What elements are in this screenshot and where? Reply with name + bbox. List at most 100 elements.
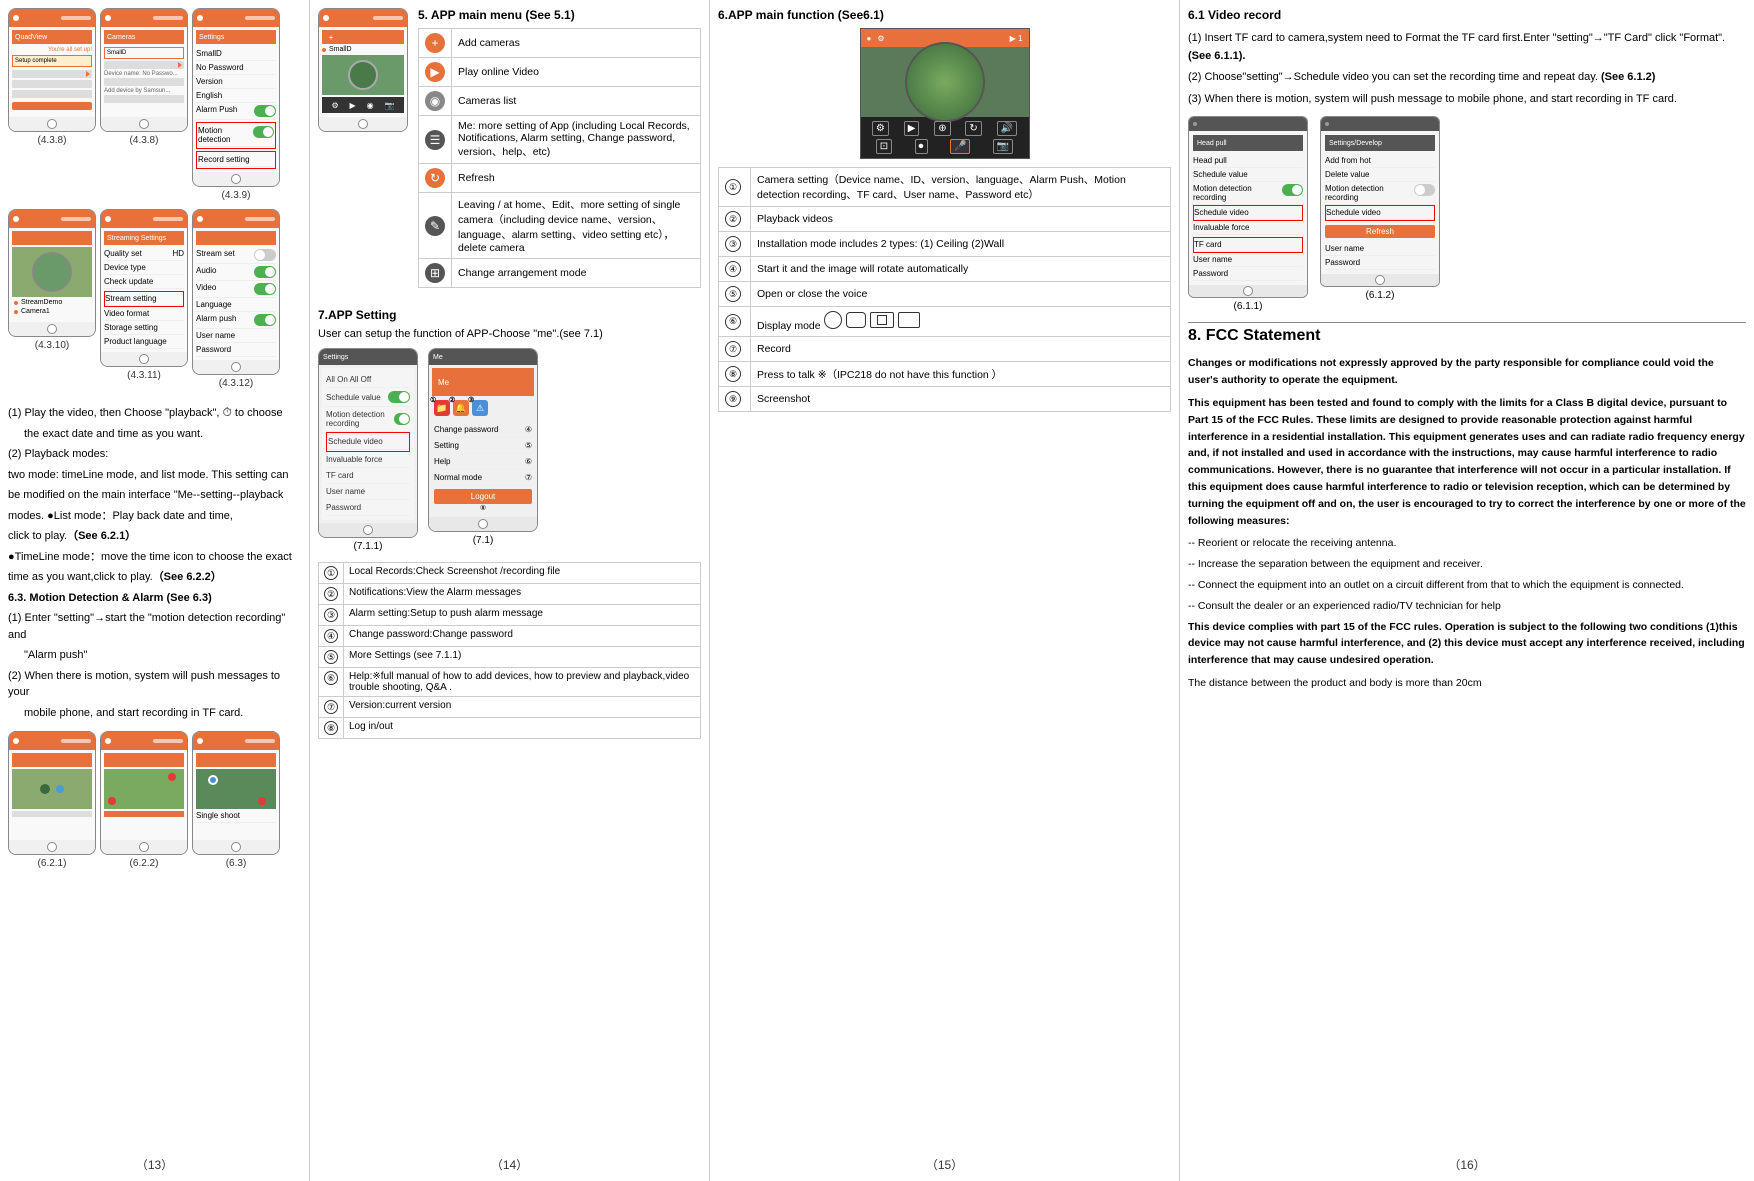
ph-622-hdr [101, 732, 187, 750]
t711-3: Alarm setting:Setup to push alarm messag… [344, 605, 701, 626]
home-btn-4312[interactable] [231, 362, 241, 372]
cam-info-1: Device name: No Passwo... [104, 71, 184, 77]
ft-2: Playback videos [751, 207, 1171, 232]
ph-621-home[interactable] [47, 842, 57, 852]
tog3-4312[interactable] [254, 283, 276, 295]
s611-8: Password [1193, 267, 1303, 281]
phone-612-wrapper: Settings/Develop Add from hot Delete val… [1320, 116, 1440, 312]
n711-7: ⑦ [319, 697, 344, 718]
tog611-1[interactable] [1282, 184, 1303, 196]
icon-voice[interactable]: 🔊 [997, 121, 1017, 136]
phone-4311-label: (4.3.11) [100, 370, 188, 381]
home-btn-c[interactable] [231, 174, 241, 184]
page-num-15: （15） [926, 1156, 963, 1173]
screen-subtitle: You're all set up! [12, 47, 92, 53]
phone-612: Settings/Develop Add from hot Delete val… [1320, 116, 1440, 287]
ctrl-3: ◉ [367, 101, 374, 110]
icon-display[interactable]: ⊡ [876, 139, 892, 154]
me-normal-label: Normal mode [434, 473, 482, 482]
sl612-5: User name [1325, 244, 1364, 253]
home-71[interactable] [478, 519, 488, 529]
home-btn-4310[interactable] [47, 324, 57, 334]
ph-622-bar [153, 739, 183, 743]
home-612[interactable] [1375, 275, 1385, 285]
s-alarm-label: Alarm Push [196, 105, 237, 117]
bar-4312 [196, 231, 276, 245]
tog2-4312[interactable] [254, 266, 276, 278]
phone-438b-body: Cameras SmallD Device name: No Passwo...… [101, 27, 187, 117]
vr-p3: (3) When there is motion, system will pu… [1188, 91, 1746, 109]
toggle-711-2[interactable] [394, 413, 410, 425]
me-setting: Setting ⑤ [434, 438, 532, 454]
home-711[interactable] [363, 525, 373, 535]
ph-622-home[interactable] [139, 842, 149, 852]
add-cam-btn-51[interactable]: + [325, 31, 337, 43]
arrow-1 [86, 71, 90, 77]
icon-playback[interactable]: ▶ [904, 121, 920, 136]
notification-box: Setup complete [12, 55, 92, 67]
home-btn-b[interactable] [139, 119, 149, 129]
disp-grid [898, 312, 920, 328]
icon-settings[interactable]: ⚙ [872, 121, 889, 136]
phone-621: (6.2.1) [8, 731, 96, 869]
refresh-btn-612[interactable]: Refresh [1325, 225, 1435, 238]
fn-4: ④ [719, 257, 751, 282]
ph-611-body: Head pull Head pull Schedule value Motio… [1189, 131, 1307, 285]
logout-btn-71[interactable]: Logout [434, 489, 532, 504]
screen-bar-b: Cameras [104, 30, 184, 44]
cn-3: ③ [324, 608, 338, 622]
red-highlight-box2: Record setting [196, 151, 276, 169]
phone-438a: QuadView You're all set up! Setup comple… [8, 8, 96, 201]
menu-section: + SmallD ⚙ ▶ ◉ 📷 [318, 8, 701, 300]
ph-71-footer [429, 517, 537, 531]
ph-711-footer [319, 523, 417, 537]
tog612-1[interactable] [1414, 184, 1435, 196]
icon-install[interactable]: ⊕ [934, 121, 950, 136]
me-row-1-711: All On All Off [326, 372, 410, 388]
icon-talk[interactable]: 🎤 [950, 139, 970, 154]
fisheye-lens [32, 252, 72, 292]
cam-img-area [861, 47, 1029, 117]
tb-p8: time as you want,click to play.（See 6.2.… [8, 569, 301, 586]
phone-4312-header [193, 210, 279, 228]
camera-list-icon: ◉ [425, 91, 445, 111]
home-btn-4311[interactable] [139, 354, 149, 364]
icon-record[interactable]: ⏺ [915, 139, 928, 154]
ph-622-body [101, 750, 187, 840]
ph-71-body: Me 📁 ① 🔔 ② [429, 365, 537, 517]
home-611[interactable] [1243, 286, 1253, 296]
phone-438a-label: (4.3.8) [8, 135, 96, 146]
ph-63-bar [245, 739, 275, 743]
menu-text-refresh: Refresh [452, 164, 701, 193]
tog1-4312[interactable] [254, 249, 276, 261]
toggle-alarm[interactable] [254, 105, 276, 117]
icon-screenshot[interactable]: 📷 [993, 139, 1013, 154]
phone-438b-label: (4.3.8) [100, 135, 188, 146]
cam-signal-1: ⚙ [877, 34, 884, 43]
sl5-4312: Alarm push [196, 314, 236, 326]
orange-bar [12, 102, 92, 110]
num-8-label: ⑧ [434, 504, 532, 512]
ph-71-title: Me [433, 354, 443, 361]
phone-711-wrapper: Settings All On All Off Schedule value M… [318, 348, 418, 552]
toggle-711-1[interactable] [388, 391, 410, 403]
fisheye-main [905, 42, 985, 122]
sl611-2: Schedule value [1193, 170, 1248, 179]
me-orange-71: Me [432, 368, 534, 396]
home-btn[interactable] [47, 119, 57, 129]
ph-51-home[interactable] [358, 119, 368, 129]
ph-63-home[interactable] [231, 842, 241, 852]
t711-7: Version:current version [344, 697, 701, 718]
item-711-1: ① Local Records:Check Screenshot /record… [319, 563, 701, 584]
func-row-6: ⑥ Display mode [719, 307, 1171, 337]
sl611-4: Schedule video [1194, 208, 1249, 217]
sl1: Quality set [104, 249, 142, 258]
s1-4312: Stream set [196, 247, 276, 264]
tog5-4312[interactable] [254, 314, 276, 326]
num-icon-1: ① [430, 396, 436, 404]
ph-611-dot [1193, 122, 1197, 126]
s-lang-label: English [196, 91, 222, 100]
icon-rotate[interactable]: ↻ [965, 121, 981, 136]
toggle-motion[interactable] [253, 126, 274, 138]
s-record-label: Record setting [198, 155, 250, 164]
